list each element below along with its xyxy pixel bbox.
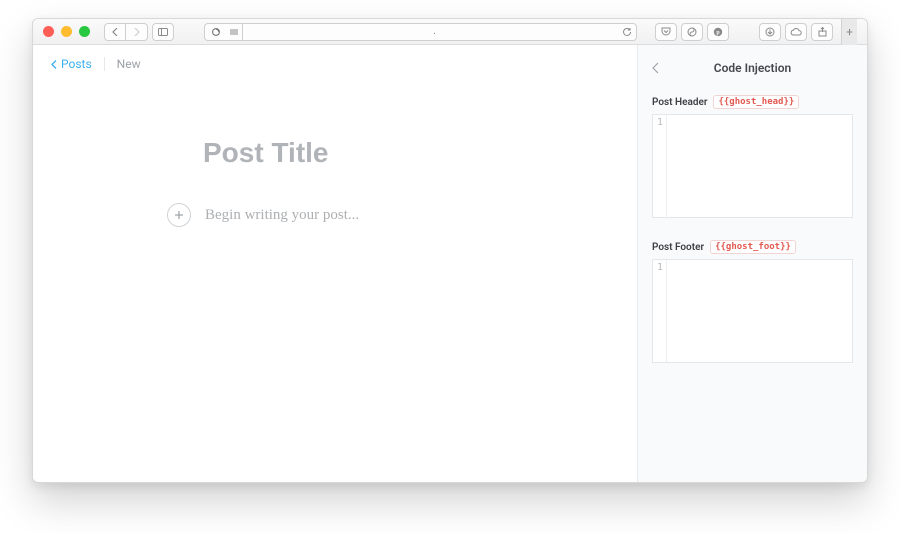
app-content: Posts New Begin writing your post... [33,45,867,482]
post-title-input[interactable] [203,137,603,169]
chevron-left-icon [51,60,57,69]
add-card-button[interactable] [167,203,191,227]
ghost-head-tag: {{ghost_head}} [713,95,799,109]
sidebar-back-button[interactable] [652,63,659,74]
address-input[interactable] [242,23,637,41]
share-icon[interactable] [811,23,833,41]
sidebar-header: Code Injection [652,55,853,81]
breadcrumb-current: New [117,57,141,71]
address-bar [204,23,637,41]
post-header-code-input[interactable] [667,115,852,217]
cloud-icon[interactable] [785,23,807,41]
post-area: Begin writing your post... [33,83,637,227]
post-header-label-row: Post Header {{ghost_head}} [652,95,853,109]
line-number: 1 [653,262,663,273]
reader-icon[interactable] [204,23,226,41]
gutter: 1 [653,260,667,362]
post-footer-code-box: 1 [652,259,853,363]
maximize-window-button[interactable] [79,26,90,37]
post-footer-label-row: Post Footer {{ghost_foot}} [652,240,853,254]
back-button[interactable] [104,23,126,41]
new-tab-button[interactable]: + [841,19,857,45]
breadcrumb-separator [104,57,105,71]
line-number: 1 [653,117,663,128]
plus-icon [174,210,184,220]
gutter: 1 [653,115,667,217]
breadcrumb-back-label: Posts [61,57,92,71]
settings-sidebar: Code Injection Post Header {{ghost_head}… [637,45,867,482]
browser-window: p + Posts New [32,18,868,483]
site-menu-icon[interactable] [226,23,242,41]
window-controls [43,26,90,37]
post-footer-label: Post Footer [652,242,704,253]
post-body-placeholder[interactable]: Begin writing your post... [205,207,359,224]
sidebar-toggle-button[interactable] [152,23,174,41]
post-header-code-box: 1 [652,114,853,218]
download-icon[interactable] [759,23,781,41]
editor-pane: Posts New Begin writing your post... [33,45,637,482]
reload-icon[interactable] [621,26,633,38]
sidebar-title: Code Injection [714,61,791,75]
pinterest-icon[interactable]: p [707,23,729,41]
pocket-icon[interactable] [655,23,677,41]
post-footer-code-input[interactable] [667,260,852,362]
post-header-label: Post Header [652,97,707,108]
ghost-foot-tag: {{ghost_foot}} [710,240,796,254]
titlebar: p + [33,19,867,45]
toolbar-right: p [655,23,833,41]
close-window-button[interactable] [43,26,54,37]
minimize-window-button[interactable] [61,26,72,37]
forward-button[interactable] [126,23,148,41]
chevron-left-icon [652,63,659,74]
nav-buttons [104,23,148,41]
yin-yang-icon[interactable] [681,23,703,41]
breadcrumb: Posts New [33,45,637,83]
breadcrumb-back-link[interactable]: Posts [51,57,92,71]
